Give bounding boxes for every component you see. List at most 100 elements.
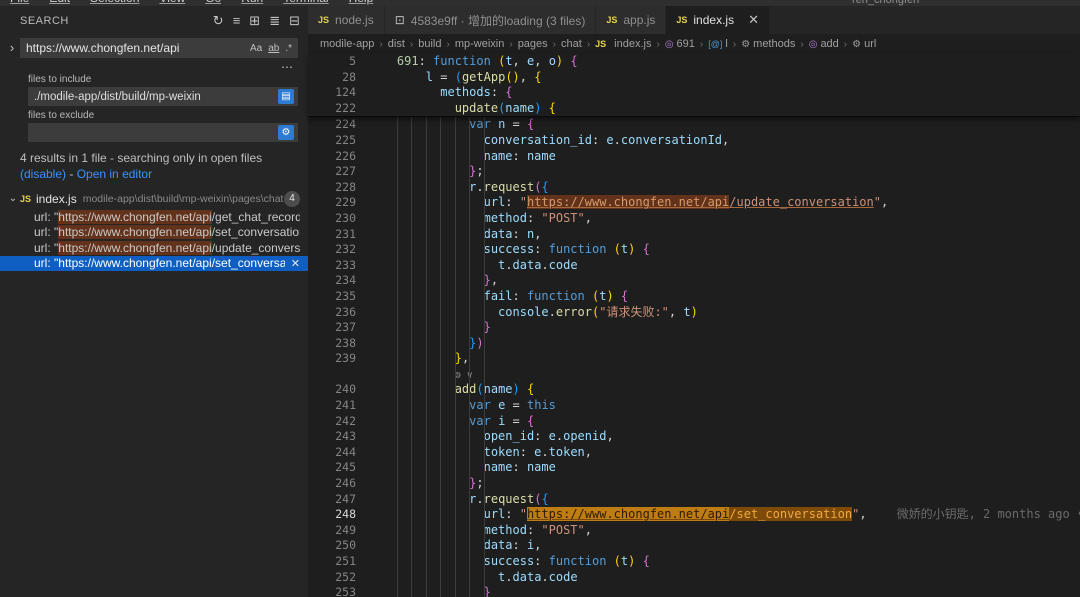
code-token: var: [469, 398, 491, 413]
code-line-252[interactable]: 252 t.data.code: [308, 570, 1080, 586]
menu-bar[interactable]: File Edit Selection View Go Run Terminal Help: [10, 0, 373, 5]
menu-item-help[interactable]: Help: [349, 0, 374, 5]
code-editor[interactable]: 5 691: function (t, e, o) {28 l = (getAp…: [308, 54, 1080, 597]
code-line-5[interactable]: 5 691: function (t, e, o) {: [308, 54, 1080, 70]
search-input[interactable]: https://www.chongfen.net/api Aa ab .*: [20, 38, 298, 58]
tab-4583e9ff-loading-3-files-[interactable]: ⊡ 4583e9ff · 增加的loading (3 files): [384, 6, 597, 34]
code-line-231[interactable]: 231 data: n,: [308, 227, 1080, 243]
code-line-236[interactable]: 236 console.error("请求失败:", t): [308, 305, 1080, 321]
breadcrumb-item-index.js[interactable]: JS index.js: [595, 38, 651, 50]
whole-word-toggle[interactable]: ab: [268, 43, 279, 54]
line-content: open_id: e.openid,: [368, 429, 614, 445]
chevron-down-icon[interactable]: ⌄: [6, 193, 20, 204]
code-token: :: [526, 522, 542, 537]
code-lines[interactable]: 224 var n = {225 conversation_id: e.conv…: [308, 117, 1080, 597]
code-line-234[interactable]: 234 },: [308, 273, 1080, 289]
code-line-233[interactable]: 233 t.data.code: [308, 258, 1080, 274]
tab-app-js[interactable]: JS app.js: [596, 6, 667, 34]
view-as-tree-icon[interactable]: ≣: [269, 13, 280, 29]
menu-item-go[interactable]: Go: [205, 0, 221, 5]
breadcrumb-item-url[interactable]: ⚙ url: [852, 38, 876, 50]
search-query[interactable]: https://www.chongfen.net/api: [26, 41, 250, 55]
toggle-search-details-icon[interactable]: ⋯: [281, 60, 294, 74]
code-line-249[interactable]: 249 method: "POST",: [308, 523, 1080, 539]
toggle-replace-button[interactable]: ›: [4, 38, 20, 55]
line-content: url: "https://www.chongfen.net/api/set_c…: [368, 507, 1080, 523]
clear-search-results-icon[interactable]: ≡: [233, 13, 241, 29]
menu-item-edit[interactable]: Edit: [49, 0, 70, 5]
code-line-225[interactable]: 225 conversation_id: e.conversationId,: [308, 133, 1080, 149]
code-line-28[interactable]: 28 l = (getApp(), {: [308, 70, 1080, 86]
result-file-group[interactable]: ⌄ JS index.js modile-app\dist\build\mp-w…: [0, 188, 308, 209]
breadcrumb-item-methods[interactable]: ⚙ methods: [741, 38, 795, 50]
code-line-244[interactable]: 244 token: e.token,: [308, 445, 1080, 461]
code-line-229[interactable]: 229 url: "https://www.chongfen.net/api/u…: [308, 195, 1080, 211]
open-in-editor-link[interactable]: Open in editor: [77, 167, 152, 181]
code-line-251[interactable]: 251 success: function (t) {: [308, 554, 1080, 570]
code-line-237[interactable]: 237 }: [308, 320, 1080, 336]
code-line-235[interactable]: 235 fail: function (t) {: [308, 289, 1080, 305]
sticky-scroll[interactable]: 5 691: function (t, e, o) {28 l = (getAp…: [308, 54, 1080, 118]
code-line-248[interactable]: 248 url: "https://www.chongfen.net/api/s…: [308, 507, 1080, 523]
breadcrumb-item-chat[interactable]: chat: [561, 38, 582, 50]
search-result-row-3[interactable]: url: "https://www.chongfen.net/api/updat…: [0, 240, 308, 256]
code-line-230[interactable]: 230 method: "POST",: [308, 211, 1080, 227]
match-case-toggle[interactable]: Aa: [250, 43, 262, 54]
line-number: 246: [335, 476, 356, 491]
open-new-search-editor-icon[interactable]: ⊞: [249, 13, 260, 29]
code-line-232[interactable]: 232 success: function (t) {: [308, 242, 1080, 258]
code-line-247[interactable]: 247 r.request({: [308, 492, 1080, 508]
close-tab-icon[interactable]: ✕: [748, 12, 759, 28]
search-result-row-1[interactable]: url: "https://www.chongfen.net/api/get_c…: [0, 209, 308, 225]
files-to-include-input[interactable]: ./modile-app/dist/build/mp-weixin ▤: [28, 87, 298, 106]
menu-item-file[interactable]: File: [10, 0, 29, 5]
code-line-124[interactable]: 124 methods: {: [308, 85, 1080, 101]
code-line-239[interactable]: 239 },: [308, 351, 1080, 367]
code-line-222[interactable]: 222 update(name) {: [308, 101, 1080, 117]
code-token: https://www.chongfen.net/api: [526, 195, 730, 210]
menu-item-selection[interactable]: Selection: [90, 0, 139, 5]
code-line-228[interactable]: 228 r.request({: [308, 180, 1080, 196]
breadcrumb-item-mp-weixin[interactable]: mp-weixin: [455, 38, 505, 50]
menu-item-terminal[interactable]: Terminal: [283, 0, 328, 5]
inline-widget-row[interactable]: ⚙ ∨: [308, 367, 1080, 383]
tab-index-js[interactable]: JS index.js ✕: [666, 6, 770, 34]
code-line-246[interactable]: 246 };: [308, 476, 1080, 492]
use-exclude-settings-icon[interactable]: ⚙: [278, 125, 294, 140]
code-line-241[interactable]: 241 var e = this: [308, 398, 1080, 414]
refresh-icon[interactable]: ↻: [213, 13, 224, 29]
code-line-224[interactable]: 224 var n = {: [308, 117, 1080, 133]
code-line-243[interactable]: 243 open_id: e.openid,: [308, 429, 1080, 445]
breadcrumb-item-dist[interactable]: dist: [388, 38, 405, 50]
breadcrumb-item-691[interactable]: ◎ 691: [665, 38, 695, 50]
breadcrumb-item-pages[interactable]: pages: [518, 38, 548, 50]
files-to-exclude-input[interactable]: ⚙: [28, 123, 298, 142]
line-content: method: "POST",: [368, 523, 592, 539]
menu-item-run[interactable]: Run: [241, 0, 263, 5]
tab-node-js[interactable]: JS node.js: [308, 6, 385, 34]
search-result-row-4[interactable]: url: "https://www.chongfen.net/api/set_c…: [0, 255, 308, 271]
breadcrumb-item-build[interactable]: build: [418, 38, 441, 50]
line-number: 232: [335, 242, 356, 257]
dismiss-result-icon[interactable]: ✕: [291, 257, 300, 270]
search-result-row-2[interactable]: url: "https://www.chongfen.net/api/set_c…: [0, 225, 308, 241]
code-line-253[interactable]: 253 }: [308, 585, 1080, 597]
regex-toggle[interactable]: .*: [285, 43, 292, 54]
code-line-250[interactable]: 250 data: i,: [308, 538, 1080, 554]
code-line-242[interactable]: 242 var i = {: [308, 414, 1080, 430]
breadcrumb-item-add[interactable]: ◎ add: [809, 38, 839, 50]
code-line-226[interactable]: 226 name: name: [308, 149, 1080, 165]
line-content: },: [368, 273, 498, 289]
breadcrumb-item-modile-app[interactable]: modile-app: [320, 38, 374, 50]
code-line-240[interactable]: 240 add(name) {: [308, 382, 1080, 398]
breadcrumb-item-l[interactable]: [@] l: [708, 38, 728, 50]
disable-open-files-link[interactable]: (disable): [20, 167, 66, 181]
code-line-238[interactable]: 238 }): [308, 336, 1080, 352]
collapse-all-icon[interactable]: ⊟: [289, 13, 300, 29]
line-content: methods: {: [368, 85, 512, 101]
menu-item-view[interactable]: View: [159, 0, 185, 5]
code-line-245[interactable]: 245 name: name: [308, 460, 1080, 476]
open-editors-only-icon[interactable]: ▤: [278, 89, 294, 104]
code-line-227[interactable]: 227 };: [308, 164, 1080, 180]
